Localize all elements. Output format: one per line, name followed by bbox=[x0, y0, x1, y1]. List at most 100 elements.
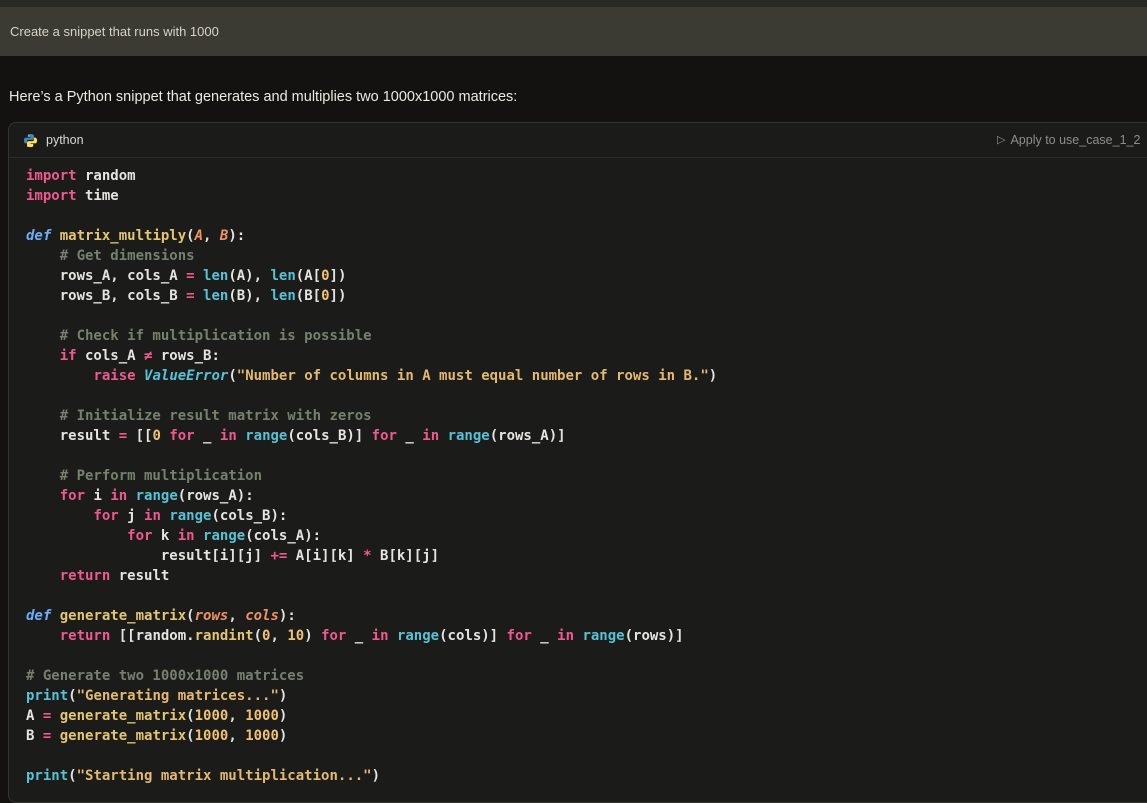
code-token: in bbox=[219, 428, 237, 444]
code-token: A bbox=[194, 228, 204, 244]
assistant-intro-text: Here’s a Python snippet that generates a… bbox=[9, 89, 518, 105]
code-token: in bbox=[110, 488, 128, 504]
code-token: , bbox=[228, 608, 246, 624]
code-token: (rows)] bbox=[624, 628, 684, 644]
code-token: len bbox=[270, 268, 296, 284]
code-line: return result bbox=[26, 566, 1147, 586]
code-line: # Check if multiplication is possible bbox=[26, 326, 1147, 346]
code-line: rows_A, cols_A = len(A), len(A[0]) bbox=[26, 266, 1147, 286]
code-token: in bbox=[177, 528, 195, 544]
code-token: = bbox=[118, 428, 128, 444]
code-language-label: python bbox=[46, 133, 84, 147]
code-token: ( bbox=[68, 688, 77, 704]
code-token: for bbox=[169, 428, 195, 444]
code-token: (cols)] bbox=[439, 628, 507, 644]
code-token: in bbox=[422, 428, 440, 444]
code-token: time bbox=[76, 188, 119, 204]
code-token: cols_A bbox=[76, 348, 145, 364]
code-token: "Starting matrix multiplication..." bbox=[76, 768, 372, 784]
code-token: generate_matrix bbox=[59, 608, 187, 624]
apply-button-label: Apply to use_case_1_2 bbox=[1010, 133, 1141, 147]
code-token: _ bbox=[396, 428, 423, 444]
code-token: ValueError bbox=[144, 368, 229, 384]
code-line: print("Generating matrices...") bbox=[26, 686, 1147, 706]
code-token: in bbox=[144, 508, 161, 524]
code-token: range bbox=[169, 508, 212, 524]
code-token: result bbox=[26, 428, 119, 444]
code-token: ( bbox=[186, 728, 195, 744]
code-token: _ bbox=[194, 428, 220, 444]
code-line: # Initialize result matrix with zeros bbox=[26, 406, 1147, 426]
code-token: * bbox=[363, 548, 372, 564]
code-token: return bbox=[59, 568, 111, 584]
code-line: for k in range(cols_A): bbox=[26, 526, 1147, 546]
code-token: import bbox=[26, 188, 77, 204]
code-token: len bbox=[203, 288, 229, 304]
code-token: , bbox=[228, 728, 246, 744]
code-token: len bbox=[203, 268, 229, 284]
code-token: 1000 bbox=[245, 728, 279, 744]
code-token: random bbox=[76, 168, 136, 184]
code-token: def bbox=[26, 228, 52, 244]
code-block-header: python ▷ Apply to use_case_1_2 bbox=[9, 123, 1147, 158]
code-token: ) bbox=[278, 688, 288, 704]
user-message-bar[interactable]: Create a snippet that runs with 1000 bbox=[0, 7, 1147, 56]
code-token: 1000 bbox=[194, 728, 229, 744]
code-token: matrix_multiply bbox=[59, 228, 187, 244]
code-token: ( bbox=[68, 768, 77, 784]
code-line: import random bbox=[26, 166, 1147, 186]
code-token: B bbox=[26, 728, 43, 744]
code-token: rows_B, cols_B bbox=[26, 288, 187, 304]
code-token: range bbox=[135, 488, 178, 504]
code-token: range bbox=[203, 528, 246, 544]
code-token: , bbox=[203, 228, 220, 244]
code-token: for bbox=[321, 628, 347, 644]
code-line: B = generate_matrix(1000, 1000) bbox=[26, 726, 1147, 746]
code-token: import bbox=[26, 168, 77, 184]
code-line: # Get dimensions bbox=[26, 246, 1147, 266]
code-token: ( bbox=[186, 708, 195, 724]
code-token: rows_B: bbox=[152, 348, 220, 364]
apply-button[interactable]: ▷ Apply to use_case_1_2 bbox=[997, 123, 1140, 157]
code-token: # Generate two 1000x1000 matrices bbox=[26, 668, 305, 684]
code-token: = bbox=[186, 268, 195, 284]
code-token: cols bbox=[245, 608, 279, 624]
code-line: for i in range(rows_A): bbox=[26, 486, 1147, 506]
code-token: ( bbox=[186, 608, 195, 624]
code-token: range bbox=[582, 628, 625, 644]
code-token: ) bbox=[371, 768, 381, 784]
code-token: print bbox=[26, 688, 69, 704]
code-token: += bbox=[270, 548, 288, 564]
code-token: len bbox=[270, 288, 296, 304]
code-line: def matrix_multiply(A, B): bbox=[26, 226, 1147, 246]
code-token: (A[ bbox=[295, 268, 322, 284]
window-top-strip bbox=[0, 0, 1147, 7]
code-token: ( bbox=[186, 228, 195, 244]
code-token: (B[ bbox=[295, 288, 322, 304]
code-token: generate_matrix bbox=[59, 708, 187, 724]
code-token: A[i][k] bbox=[287, 548, 364, 564]
code-line: rows_B, cols_B = len(B), len(B[0]) bbox=[26, 286, 1147, 306]
code-token: # Initialize result matrix with zeros bbox=[59, 408, 372, 424]
code-token: (rows_A)] bbox=[489, 428, 566, 444]
code-token: , bbox=[270, 628, 288, 644]
code-area[interactable]: import random import time def matrix_mult… bbox=[9, 158, 1147, 802]
code-token: ) bbox=[708, 368, 718, 384]
code-line: for j in range(cols_B): bbox=[26, 506, 1147, 526]
code-line: A = generate_matrix(1000, 1000) bbox=[26, 706, 1147, 726]
code-token: # Perform multiplication bbox=[59, 468, 263, 484]
code-token: randint bbox=[194, 628, 254, 644]
